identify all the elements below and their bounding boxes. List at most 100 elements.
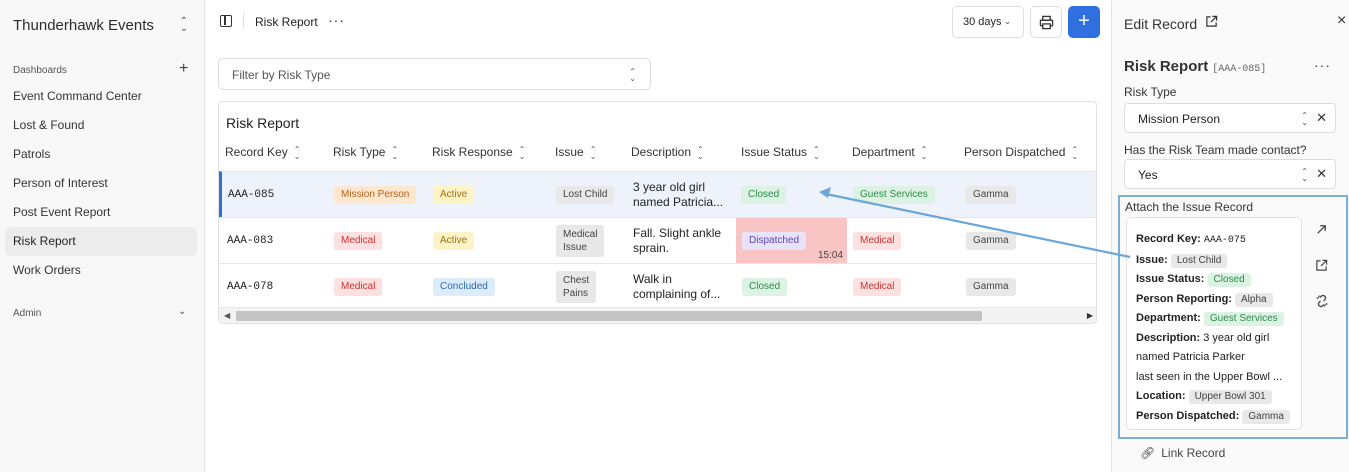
more-icon[interactable]: ···: [328, 12, 345, 28]
column-header-department[interactable]: Department ⌃ ⌄: [852, 145, 927, 160]
field-label: Person Reporting:: [1136, 292, 1232, 305]
print-icon: [1039, 15, 1054, 30]
column-label: Person Dispatched: [964, 145, 1066, 159]
external-link-icon[interactable]: [1315, 259, 1328, 275]
sort-icon: ⌃ ⌄: [813, 144, 820, 161]
description-line: Walk in: [633, 271, 672, 286]
chevron-down-icon: ⌄: [1004, 17, 1011, 26]
risk-response-badge: Concluded: [433, 277, 495, 296]
record-type: Risk Report: [1124, 58, 1209, 75]
main-area: Risk Report ··· 30 days ⌄ + Filter by Ri…: [206, 0, 1110, 472]
column-label: Department: [852, 145, 915, 159]
attached-record-card[interactable]: Record Key: AAA-075 Issue: Lost Child Is…: [1126, 217, 1302, 430]
sort-icon: ⌃ ⌄: [518, 144, 526, 161]
chevron-down-icon[interactable]: ⌄: [178, 306, 186, 317]
workspace-name[interactable]: Thunderhawk Events: [13, 17, 154, 34]
column-header-issue[interactable]: Issue ⌃ ⌄: [555, 145, 596, 160]
risk-type-filter[interactable]: Filter by Risk Type ⌃ ⌄: [218, 58, 651, 90]
column-header-record-key[interactable]: Record Key ⌃ ⌄: [225, 145, 300, 160]
horizontal-scrollbar[interactable]: ◀ ▶: [219, 307, 1096, 323]
link-record-button[interactable]: 🔗︎ Link Record: [1140, 446, 1225, 460]
risk-type-label: Risk Type: [1124, 85, 1177, 99]
table-row[interactable]: AAA-078 Medical Concluded Chest Pains Wal…: [219, 263, 1096, 309]
scroll-left-icon[interactable]: ◀: [224, 311, 230, 320]
field-label: Issue:: [1136, 253, 1168, 266]
page-title: Risk Report: [255, 15, 318, 29]
department-badge: Guest Services: [853, 185, 935, 204]
sidebar-item-work-orders[interactable]: Work Orders: [5, 256, 197, 285]
attached-person-reporting: Person Reporting: Alpha: [1136, 290, 1301, 310]
status-badge: Closed: [1207, 273, 1251, 287]
sort-icon: ⌃ ⌄: [589, 144, 597, 161]
description-line: sprain.: [633, 240, 670, 255]
contact-value: Yes: [1138, 168, 1158, 182]
workspace-switcher-icon[interactable]: ⌃ ⌄: [178, 17, 190, 34]
risk-type-badge: Mission Person: [334, 185, 417, 204]
column-label: Issue Status: [741, 145, 808, 159]
scrollbar-thumb[interactable]: [236, 311, 982, 321]
table-row[interactable]: AAA-083 Medical Active Medical Issue Fall…: [219, 217, 1096, 263]
unlink-icon[interactable]: [1315, 294, 1329, 311]
column-label: Record Key: [225, 145, 288, 159]
external-link-icon[interactable]: [1205, 15, 1218, 31]
risk-type-select[interactable]: Mission Person ⌃ ⌄ ✕: [1124, 103, 1336, 133]
print-button[interactable]: [1030, 6, 1062, 38]
issue-status-cell: Dispatched 15:04: [736, 218, 847, 263]
field-label: Location:: [1136, 390, 1186, 402]
description-line: 3 year old girl: [1203, 331, 1270, 344]
issue-line: Chest: [563, 274, 590, 286]
topbar: Risk Report ··· 30 days ⌄ +: [206, 0, 1110, 44]
column-label: Risk Type: [333, 145, 386, 159]
issue-line: Pains: [563, 287, 589, 299]
date-range-value: 30 days: [963, 16, 1002, 28]
date-range-select[interactable]: 30 days ⌄: [952, 6, 1024, 38]
sidebar-item-person-of-interest[interactable]: Person of Interest: [5, 169, 197, 198]
clear-icon[interactable]: ✕: [1316, 166, 1327, 182]
issue-badge: Lost Child: [1170, 253, 1228, 268]
column-header-risk-response[interactable]: Risk Response ⌃ ⌄: [432, 145, 525, 160]
risk-type-badge: Medical: [334, 231, 383, 250]
chevron-updown-icon: ⌃ ⌄: [1301, 111, 1308, 127]
chevron-updown-icon: ⌃ ⌄: [629, 67, 636, 83]
column-label: Risk Response: [432, 145, 513, 159]
issue-badge: Medical Issue: [556, 224, 605, 257]
attached-issue-status: Issue Status: Closed: [1136, 270, 1301, 290]
sidebar-item-post-event-report[interactable]: Post Event Report: [5, 198, 197, 227]
record-key: AAA-078: [227, 280, 274, 293]
sidebar-item-lost-found[interactable]: Lost & Found: [5, 111, 197, 140]
expand-icon[interactable]: [1315, 223, 1328, 239]
sort-icon: ⌃ ⌄: [293, 144, 301, 161]
sidebar: Thunderhawk Events ⌃ ⌄ Dashboards + Event…: [0, 0, 205, 472]
column-header-person-dispatched[interactable]: Person Dispatched ⌃ ⌄: [964, 145, 1078, 160]
description-line: 3 year old girl: [633, 179, 706, 194]
add-dashboard-icon[interactable]: +: [179, 61, 188, 77]
contact-label: Has the Risk Team made contact?: [1124, 143, 1307, 157]
risk-response-badge: Active: [433, 231, 475, 250]
dispatched-badge: Gamma: [966, 231, 1016, 250]
department-badge: Medical: [853, 231, 902, 250]
contact-select[interactable]: Yes ⌃ ⌄ ✕: [1124, 159, 1336, 189]
sidebar-item-risk-report[interactable]: Risk Report: [5, 227, 197, 256]
link-icon: 🔗︎: [1140, 446, 1156, 460]
sidebar-toggle-icon[interactable]: [220, 15, 232, 27]
dashboards-section-title: Dashboards: [13, 65, 67, 76]
edit-record-panel: Edit Record × Risk Report [AAA-085] ··· R…: [1111, 0, 1349, 472]
record-key: [AAA-085]: [1212, 64, 1267, 75]
field-label: Person Dispatched:: [1136, 409, 1240, 422]
clear-icon[interactable]: ✕: [1316, 110, 1327, 126]
sort-icon: ⌃ ⌄: [920, 144, 928, 161]
sidebar-item-patrols[interactable]: Patrols: [5, 140, 197, 169]
close-icon[interactable]: ×: [1337, 12, 1346, 30]
add-record-button[interactable]: +: [1068, 6, 1100, 38]
column-header-issue-status[interactable]: Issue Status ⌃ ⌄: [741, 145, 820, 160]
sidebar-item-event-command-center[interactable]: Event Command Center: [5, 82, 197, 111]
more-icon[interactable]: ···: [1314, 57, 1331, 73]
column-header-risk-type[interactable]: Risk Type ⌃ ⌄: [333, 145, 398, 160]
filter-placeholder: Filter by Risk Type: [232, 68, 331, 82]
scroll-right-icon[interactable]: ▶: [1087, 311, 1093, 320]
column-header-description[interactable]: Description ⌃ ⌄: [631, 145, 704, 160]
issue-status-badge: Dispatched: [742, 231, 807, 250]
table-row[interactable]: AAA-085 Mission Person Active Lost Child…: [219, 171, 1096, 217]
admin-section-title[interactable]: Admin: [13, 308, 41, 319]
sort-icon: ⌃ ⌄: [391, 144, 399, 161]
